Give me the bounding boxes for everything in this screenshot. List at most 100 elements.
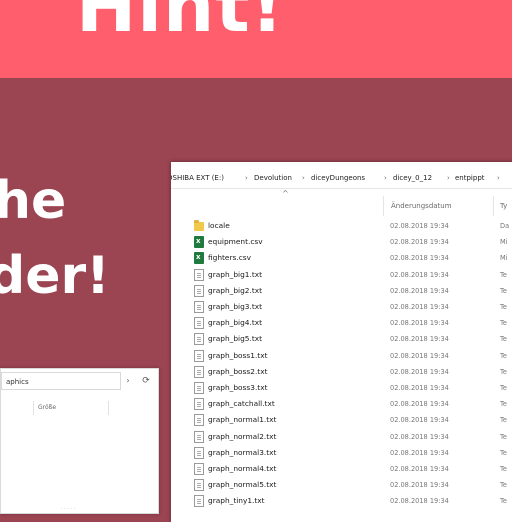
explorer-window-main: OSHIBA EXT (E:) › Devolution › diceyDungeons…: [171, 162, 512, 522]
text-file-icon: [194, 495, 204, 508]
file-row[interactable]: fighters.csv 02.08.2018 19:34 Mi: [171, 250, 512, 266]
column-divider[interactable]: [493, 196, 494, 216]
text-file-icon: [194, 268, 204, 281]
refresh-icon[interactable]: ⟳: [137, 372, 155, 390]
file-type: Te: [500, 270, 507, 279]
sort-ascending-icon: ^: [282, 189, 289, 198]
text-file-icon: [194, 365, 204, 378]
file-name: graph_tiny1.txt: [208, 496, 265, 506]
file-type: Te: [500, 384, 507, 392]
file-name: graph_big2.txt: [208, 285, 262, 295]
text-file-icon: [194, 398, 204, 411]
file-type: Te: [500, 335, 507, 344]
file-row[interactable]: graph_boss1.txt 02.08.2018 19:34 Te: [171, 348, 512, 364]
text-file-icon: [194, 382, 204, 394]
file-date: 02.08.2018 19:34: [390, 497, 449, 506]
folder-icon: [194, 220, 204, 231]
file-name: graph_boss3.txt: [208, 383, 268, 392]
breadcrumb-item[interactable]: OSHIBA EXT (E:): [171, 168, 224, 188]
file-date: 02.08.2018 19:34: [390, 416, 449, 425]
file-row[interactable]: graph_big2.txt 02.08.2018 19:34 Te: [171, 283, 512, 299]
breadcrumb[interactable]: OSHIBA EXT (E:) › Devolution › diceyDungeons…: [171, 168, 512, 189]
file-name: graph_big4.txt: [208, 318, 262, 328]
file-row[interactable]: graph_big4.txt 02.08.2018 19:34 Te: [171, 315, 512, 331]
file-date: 02.08.2018 19:34: [390, 351, 449, 360]
status-text: · · · · ·: [61, 506, 76, 512]
breadcrumb-item[interactable]: entpippt: [455, 168, 485, 188]
text-file-icon: [194, 317, 204, 330]
file-name: graph_big1.txt: [208, 269, 262, 279]
file-type: Da: [500, 222, 510, 230]
column-header-type[interactable]: Ty: [500, 196, 507, 216]
breadcrumb-item[interactable]: Devolution: [254, 168, 292, 188]
file-row[interactable]: graph_tiny1.txt 02.08.2018 19:34 Te: [171, 493, 512, 509]
file-name: graph_catchall.txt: [208, 399, 275, 409]
text-file-icon: [194, 349, 204, 362]
chevron-right-icon[interactable]: ›: [384, 168, 387, 188]
chevron-right-icon[interactable]: ›: [447, 168, 450, 188]
file-date: 02.08.2018 19:34: [390, 222, 449, 230]
breadcrumb-item[interactable]: dicey_0_12: [393, 168, 432, 188]
file-name: locale: [208, 221, 230, 230]
file-row[interactable]: graph_big5.txt 02.08.2018 19:34 Te: [171, 331, 512, 347]
file-name: equipment.csv: [208, 237, 263, 247]
text-file-icon: [194, 284, 204, 297]
file-type: Te: [500, 367, 507, 376]
file-type: Te: [500, 416, 507, 425]
file-name: fighters.csv: [208, 253, 252, 263]
column-header-size[interactable]: Größe: [33, 401, 109, 415]
text-file-icon: [194, 430, 204, 443]
file-type: Te: [500, 497, 507, 506]
file-date: 02.08.2018 19:34: [390, 367, 449, 376]
file-date: 02.08.2018 19:34: [390, 400, 449, 409]
file-name: graph_boss2.txt: [208, 366, 268, 376]
file-name: graph_normal1.txt: [208, 415, 277, 425]
file-name: graph_normal3.txt: [208, 447, 277, 457]
chevron-down-icon[interactable]: ›: [121, 372, 135, 390]
file-date: 02.08.2018 19:34: [390, 432, 449, 441]
breadcrumb-item[interactable]: diceyDungeons: [311, 168, 365, 188]
file-date: 02.08.2018 19:34: [390, 319, 449, 328]
chevron-right-icon[interactable]: ›: [245, 168, 248, 188]
file-row[interactable]: graph_boss3.txt 02.08.2018 19:34 Te: [171, 380, 512, 396]
csv-icon: [194, 252, 204, 265]
file-date: 02.08.2018 19:34: [390, 448, 449, 457]
file-row[interactable]: locale 02.08.2018 19:34 Da: [171, 218, 512, 234]
text-file-icon: [194, 463, 204, 475]
explorer-window-left: aphics › ⟳ Größe · · · · ·: [0, 368, 159, 514]
file-row[interactable]: equipment.csv 02.08.2018 19:34 Mi: [171, 234, 512, 250]
file-date: 02.08.2018 19:34: [390, 254, 449, 263]
file-row[interactable]: graph_normal4.txt 02.08.2018 19:34 Te: [171, 461, 512, 477]
file-type: Te: [500, 481, 507, 490]
file-type: Mi: [500, 238, 508, 247]
file-type: Te: [500, 400, 507, 409]
file-row[interactable]: graph_big3.txt 02.08.2018 19:34 Te: [171, 299, 512, 315]
header-banner: Hint!: [0, 0, 512, 78]
file-row[interactable]: graph_normal1.txt 02.08.2018 19:34 Te: [171, 412, 512, 428]
csv-icon: [194, 236, 204, 249]
file-date: 02.08.2018 19:34: [390, 335, 449, 344]
file-type: Te: [500, 448, 507, 457]
file-date: 02.08.2018 19:34: [390, 286, 449, 295]
text-file-icon: [194, 333, 204, 346]
chevron-right-icon[interactable]: ›: [497, 168, 500, 188]
chevron-right-icon[interactable]: ›: [302, 168, 305, 188]
file-row[interactable]: graph_normal2.txt 02.08.2018 19:34 Te: [171, 429, 512, 445]
file-row[interactable]: graph_catchall.txt 02.08.2018 19:34 Te: [171, 396, 512, 412]
file-row[interactable]: graph_normal5.txt 02.08.2018 19:34 Te: [171, 477, 512, 493]
file-row[interactable]: graph_normal3.txt 02.08.2018 19:34 Te: [171, 445, 512, 461]
text-file-icon: [194, 414, 204, 427]
file-name: graph_boss1.txt: [208, 350, 268, 360]
file-name: graph_normal2.txt: [208, 431, 277, 441]
file-row[interactable]: graph_big1.txt 02.08.2018 19:34 Te: [171, 267, 512, 283]
file-date: 02.08.2018 19:34: [390, 270, 449, 279]
file-row[interactable]: graph_boss2.txt 02.08.2018 19:34 Te: [171, 364, 512, 380]
file-name: graph_big3.txt: [208, 302, 262, 311]
address-bar[interactable]: aphics: [1, 372, 121, 390]
file-type: Te: [500, 351, 507, 360]
text-file-icon: [194, 301, 204, 313]
file-date: 02.08.2018 19:34: [390, 238, 449, 247]
column-divider[interactable]: [383, 196, 384, 216]
file-name: graph_big5.txt: [208, 334, 262, 344]
column-header-date[interactable]: Änderungsdatum: [391, 196, 452, 216]
